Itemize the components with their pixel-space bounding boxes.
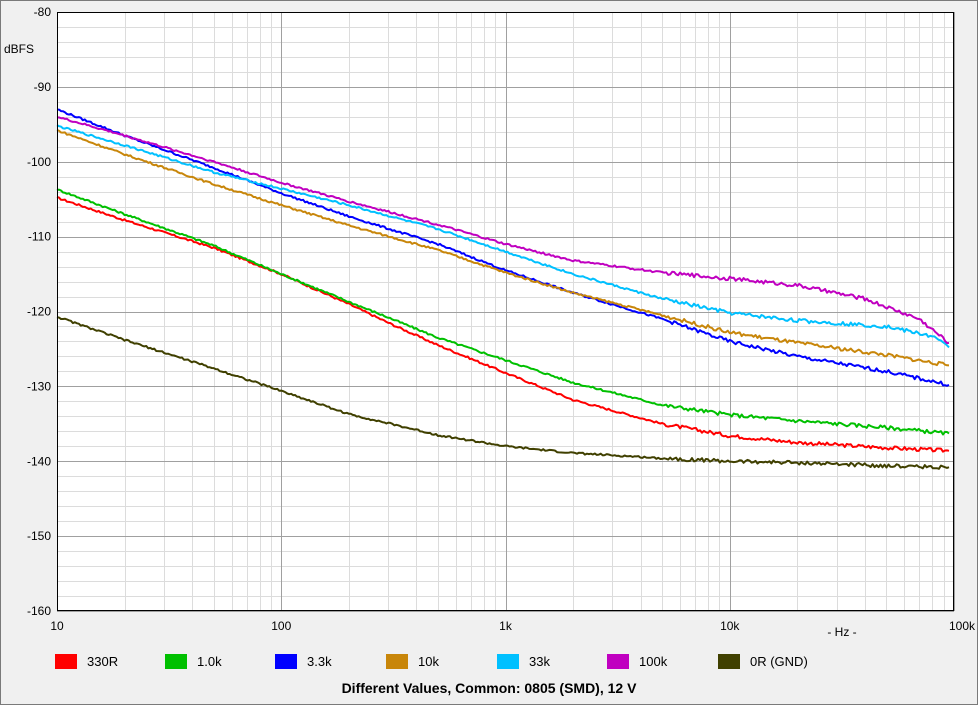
legend-label: 330R [87,653,119,669]
legend-swatch [718,653,740,669]
legend-label: 3.3k [307,653,332,669]
legend-swatch [275,653,297,669]
y-tick-label: -140 [27,454,51,468]
x-tick-label: 10 [50,619,64,633]
legend-swatch [607,653,629,669]
x-axis-label: - Hz - [827,625,856,639]
y-axis-tick-labels: -80 -90 -100 -110 -120 -130 -140 -150 -160 [27,5,51,618]
legend-swatch [497,653,519,669]
legend-item: 100k [607,651,667,671]
legend-label: 1.0k [197,653,222,669]
legend-label: 10k [418,653,439,669]
legend: 330R 1.0k 3.3k 10k 33k 100k 0R (GND) [55,651,955,671]
y-tick-label: -160 [27,604,51,618]
chart-canvas: -80 -90 -100 -110 -120 -130 -140 -150 -160 10 100… [4,5,976,639]
legend-swatch [386,653,408,669]
legend-label: 100k [639,653,668,669]
x-tick-label: 1k [499,619,513,633]
legend-label: 0R (GND) [750,653,808,669]
y-tick-label: -130 [27,379,51,393]
legend-item: 10k [386,651,439,671]
x-tick-label: 100k [949,619,976,633]
y-tick-label: -150 [27,529,51,543]
x-tick-label: 10k [720,619,740,633]
legend-item: 0R (GND) [718,651,808,671]
x-tick-label: 100 [271,619,291,633]
legend-item: 330R [55,651,118,671]
legend-swatch [165,653,187,669]
legend-label: 33k [529,653,550,669]
legend-item: 1.0k [165,651,222,671]
legend-item: 33k [497,651,550,671]
y-tick-label: -110 [28,230,51,244]
y-tick-label: -100 [27,155,51,169]
y-axis-label: dBFS [4,42,34,56]
chart-title: Different Values, Common: 0805 (SMD), 12… [341,680,637,696]
y-tick-label: -90 [34,80,52,94]
y-tick-label: -120 [27,305,51,319]
legend-item: 3.3k [275,651,332,671]
legend-swatch [55,653,77,669]
y-tick-label: -80 [34,5,52,19]
